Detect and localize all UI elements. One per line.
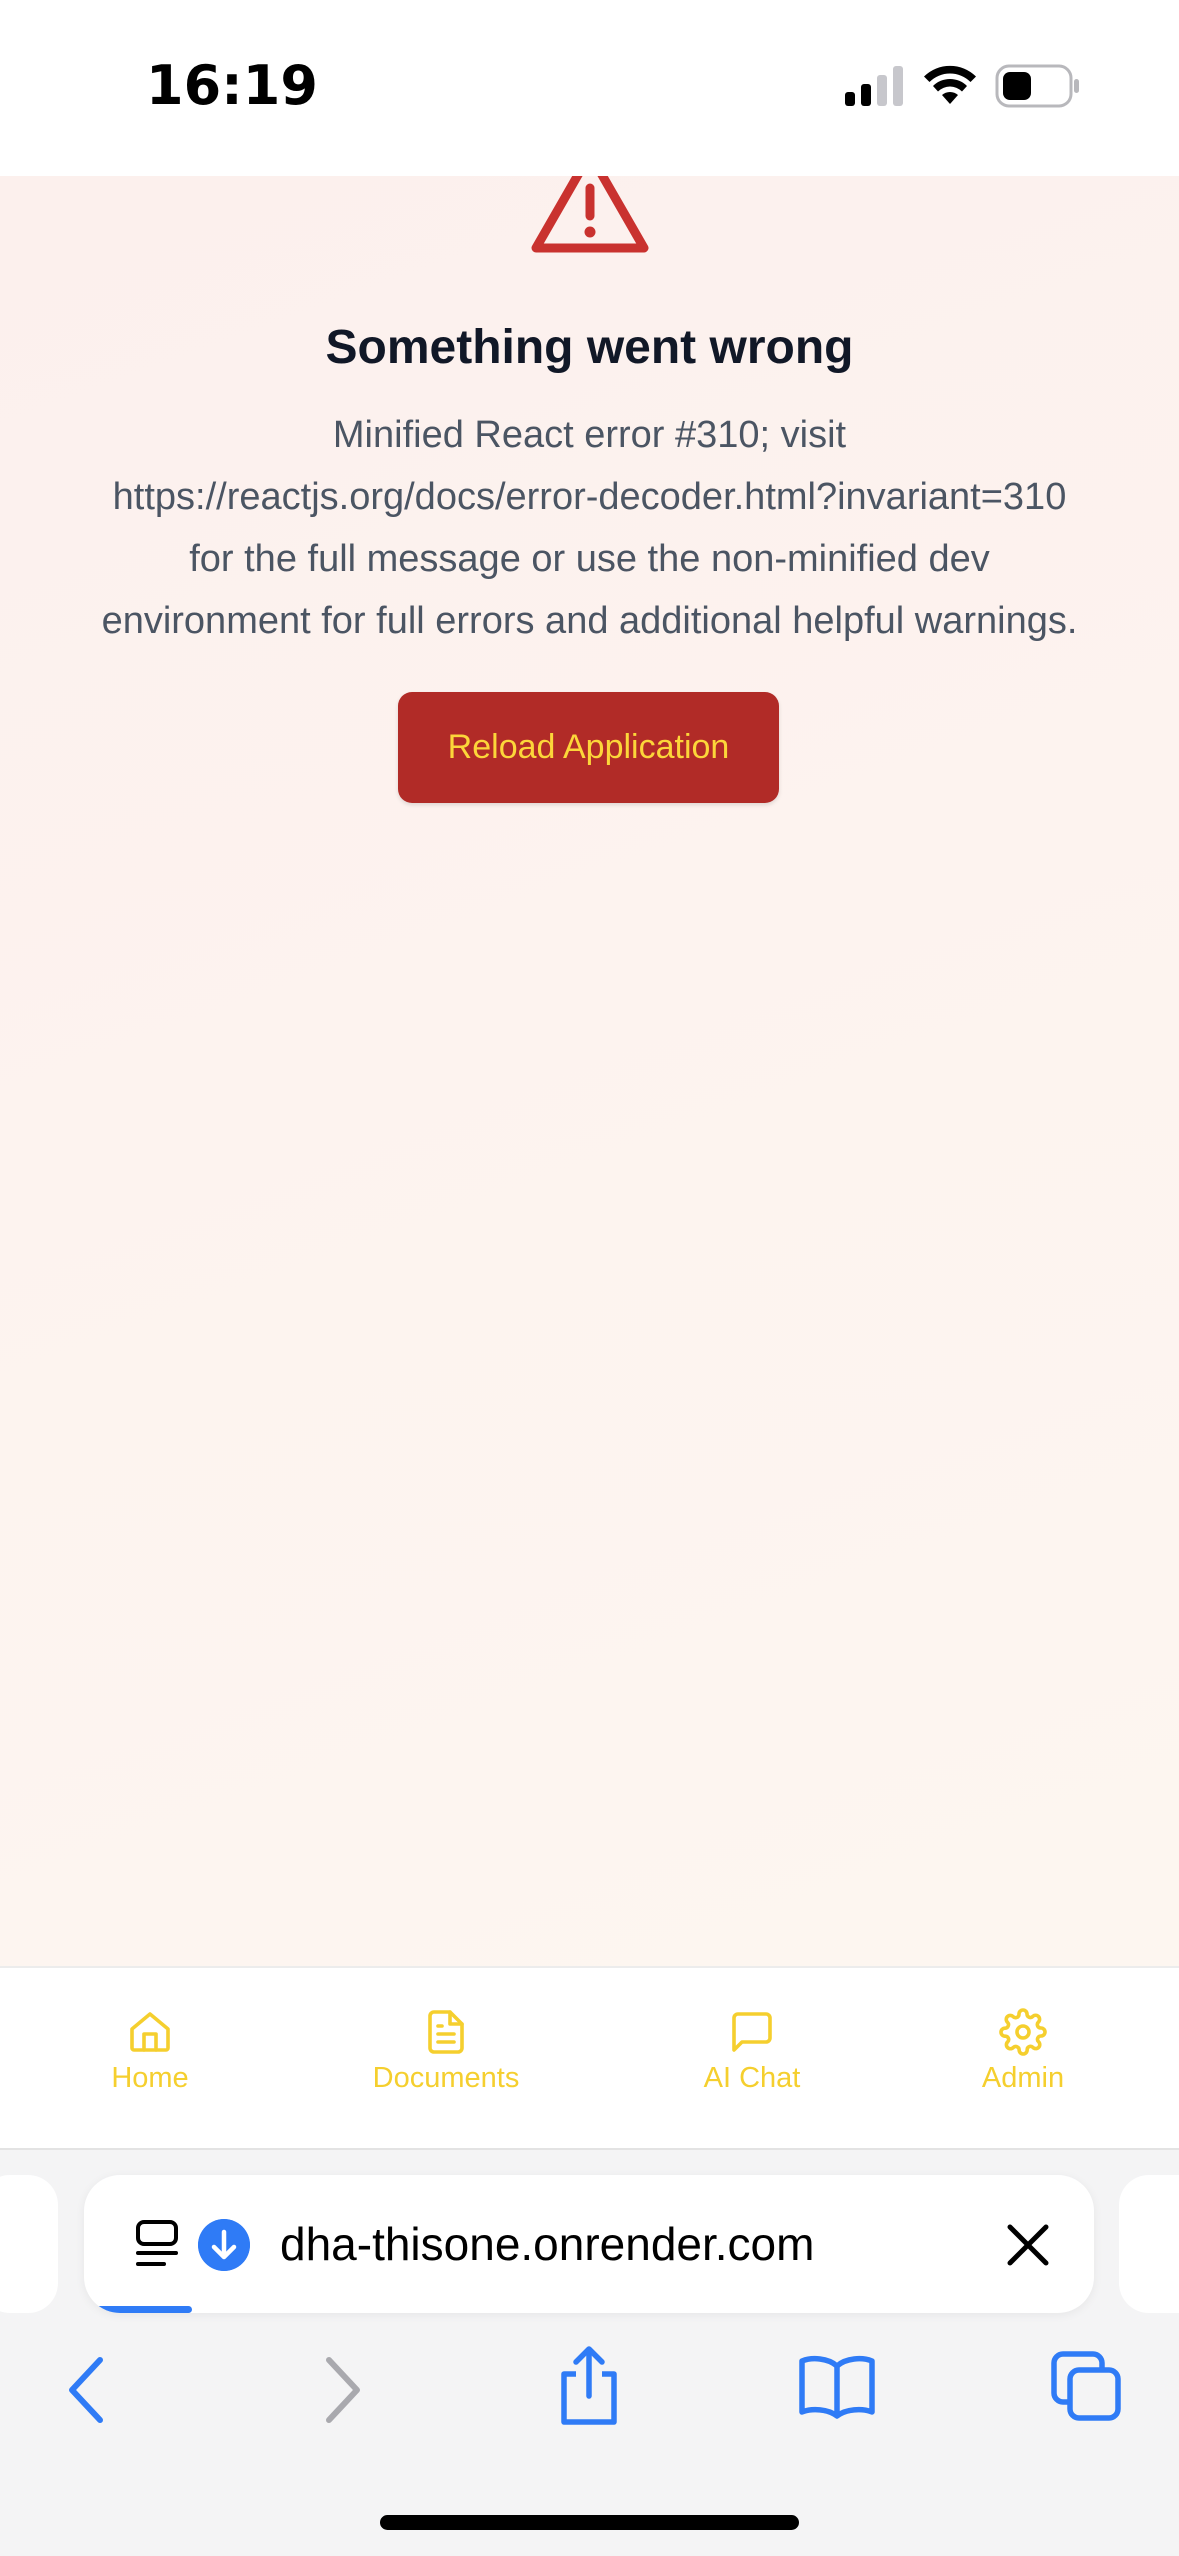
nav-label-ai-chat: AI Chat [703,2062,801,2094]
status-bar: 16:19 [0,0,1179,176]
reload-application-button[interactable]: Reload Application [398,692,779,803]
nav-item-documents[interactable]: Documents [326,1968,566,2148]
browser-toolbar: dha-thisone.onrender.com [0,2150,1179,2556]
next-tab-peek[interactable] [1119,2175,1179,2313]
back-icon[interactable] [62,2350,112,2430]
bottom-nav: Home Documents AI Chat Admin [0,1966,1179,2150]
page-load-progress [84,2306,192,2313]
nav-item-home[interactable]: Home [30,1968,270,2148]
cellular-signal-icon [845,66,903,106]
url-text[interactable]: dha-thisone.onrender.com [280,2217,980,2271]
nav-item-admin[interactable]: Admin [903,1968,1143,2148]
bookmarks-icon[interactable] [798,2354,876,2420]
wifi-icon [924,65,976,104]
battery-icon [995,64,1079,108]
nav-label-documents: Documents [372,2062,520,2094]
home-icon [130,2012,170,2052]
gear-icon [999,2008,1047,2056]
tabs-icon[interactable] [1050,2350,1124,2424]
close-icon[interactable] [1004,2221,1052,2269]
download-icon[interactable] [198,2219,250,2271]
error-message-line: https://reactjs.org/docs/error-decoder.h… [112,476,1067,518]
address-bar[interactable]: dha-thisone.onrender.com [84,2175,1094,2313]
document-icon [428,2010,464,2054]
home-indicator[interactable] [380,2515,799,2530]
previous-tab-peek[interactable] [0,2175,58,2313]
nav-item-ai-chat[interactable]: AI Chat [632,1968,872,2148]
status-time: 16:19 [146,54,318,117]
error-message: Minified React error #310; visit https:/… [40,404,1139,652]
error-title: Something went wrong [325,321,854,374]
forward-icon[interactable] [317,2350,367,2430]
nav-label-admin: Admin [981,2062,1065,2094]
warning-triangle-icon [531,176,649,253]
error-message-line: for the full message or use the non-mini… [189,538,990,580]
page-menu-icon[interactable] [134,2219,184,2269]
share-icon[interactable] [556,2344,622,2428]
error-message-line: environment for full errors and addition… [101,600,1078,642]
chat-bubble-icon [732,2012,772,2052]
error-message-line: Minified React error #310; visit [332,414,847,456]
nav-label-home: Home [111,2062,189,2094]
error-screen: Something went wrong Minified React erro… [0,176,1179,1966]
